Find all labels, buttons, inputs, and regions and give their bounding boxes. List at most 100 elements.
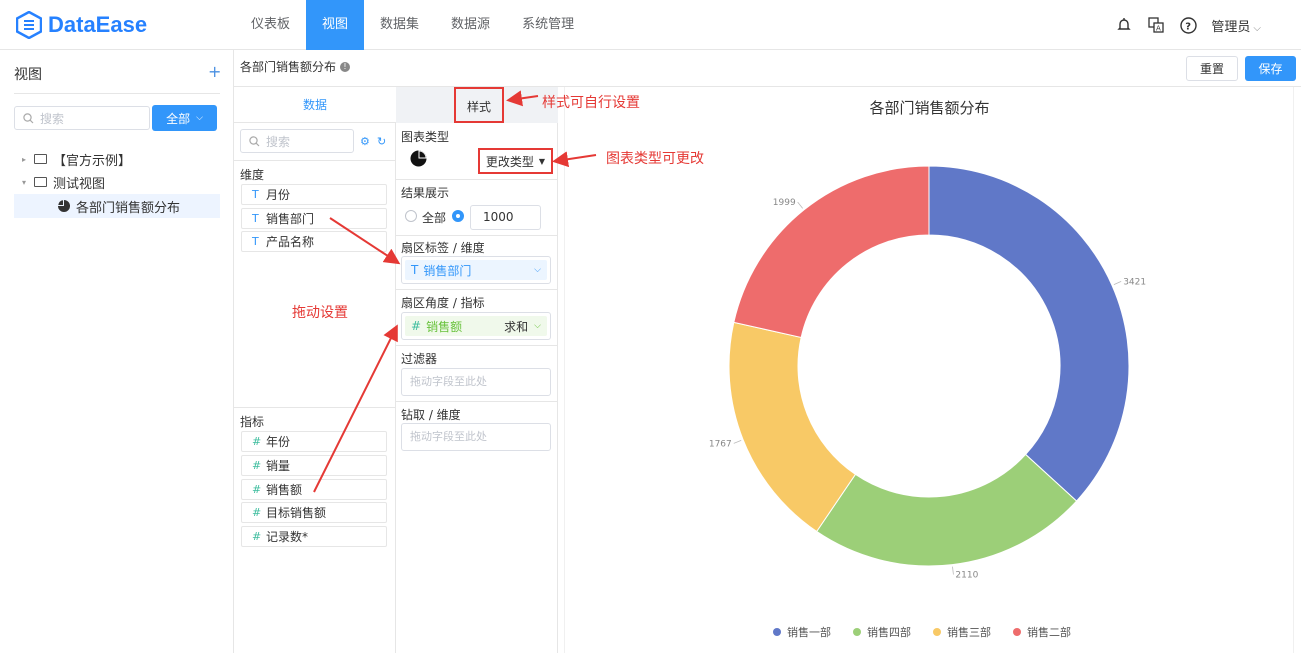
result-limit-input[interactable]: 1000 bbox=[470, 205, 541, 230]
tab-style[interactable]: 样式 bbox=[454, 87, 504, 123]
search-placeholder: 搜索 bbox=[40, 111, 65, 126]
legend-marker bbox=[773, 628, 781, 636]
pie-chart-icon bbox=[410, 150, 427, 167]
tab-data[interactable]: 数据 bbox=[234, 87, 396, 123]
legend-item[interactable]: 销售四部 bbox=[867, 625, 911, 639]
legend-item[interactable]: 销售一部 bbox=[787, 625, 831, 639]
value-label: 2110 bbox=[955, 571, 978, 581]
dataease-logo-icon bbox=[16, 11, 42, 39]
pie-chart-icon bbox=[58, 200, 70, 212]
drill-dropzone[interactable]: 拖动字段至此处 bbox=[401, 423, 551, 451]
measure-section-label: 指标 bbox=[240, 415, 265, 429]
donut-chart: 3421 2110 1767 1999 销售一部 销售四部 销售三部 销售二部 bbox=[709, 165, 1146, 639]
legend-marker bbox=[1013, 628, 1021, 636]
chip-label: 销售部门 bbox=[423, 263, 472, 278]
divider bbox=[234, 407, 396, 408]
refresh-icon[interactable]: ↻ bbox=[377, 135, 386, 148]
logo[interactable]: DataEase bbox=[16, 11, 147, 39]
field-label: 产品名称 bbox=[266, 235, 315, 249]
text-type-icon: T bbox=[252, 235, 259, 248]
chevron-down-icon: ⌵ bbox=[534, 321, 541, 331]
panel-title: 视图 bbox=[14, 67, 42, 83]
logo-text: DataEase bbox=[48, 12, 148, 37]
view-search-input[interactable]: 搜索 bbox=[14, 106, 150, 130]
divider bbox=[396, 401, 558, 402]
caret-right-icon: ▸ bbox=[22, 154, 27, 164]
annotation-style: 样式可自行设置 bbox=[542, 95, 640, 111]
user-menu[interactable]: 管理员 ⌵ bbox=[1211, 16, 1261, 35]
folder-icon bbox=[34, 154, 47, 164]
filter-title: 过滤器 bbox=[401, 352, 438, 366]
divider bbox=[396, 345, 558, 346]
dimension-field[interactable]: T 销售部门 bbox=[241, 208, 387, 229]
field-panel: 数据 搜索 ⚙ ↻ 维度 T 月份 T 销售部门 T 产品名称 指标 # 年份 # 销量 … bbox=[234, 87, 396, 653]
value-label-line bbox=[952, 566, 954, 575]
divider bbox=[14, 93, 220, 94]
donut-slice-4[interactable] bbox=[733, 165, 930, 339]
number-type-icon: # bbox=[252, 506, 262, 519]
number-type-icon: # bbox=[252, 483, 262, 496]
sector-label-chip[interactable]: T 销售部门 ⌵ bbox=[405, 260, 547, 280]
change-type-label: 更改类型 bbox=[485, 154, 534, 169]
tree-item-sales-distribution[interactable]: 各部门销售额分布 bbox=[14, 194, 220, 218]
sector-label-dropzone[interactable]: T 销售部门 ⌵ bbox=[401, 256, 551, 284]
top-bar: DataEase 仪表板 视图 数据集 数据源 系统管理 A ? 管理员 ⌵ bbox=[0, 0, 1301, 50]
chevron-down-icon: ⌵ bbox=[1253, 22, 1261, 34]
chart-preview: 各部门销售额分布 3421 2110 1767 1999 销售一部 销售四部 销售三部 销售二… bbox=[558, 87, 1301, 653]
change-type-button[interactable]: 更改类型 ▼ bbox=[478, 148, 553, 174]
sector-angle-title: 扇区角度 / 指标 bbox=[401, 296, 485, 310]
number-type-icon: # bbox=[252, 459, 262, 472]
language-icon[interactable]: A bbox=[1147, 16, 1165, 34]
dimension-field[interactable]: T 产品名称 bbox=[241, 231, 387, 252]
notification-icon[interactable] bbox=[1115, 16, 1133, 34]
user-name: 管理员 bbox=[1211, 19, 1251, 35]
filter-all-button[interactable]: 全部 ⌵ bbox=[152, 105, 217, 131]
sector-angle-dropzone[interactable]: # 销售额 求和 ⌵ bbox=[401, 312, 551, 340]
save-button[interactable]: 保存 bbox=[1245, 56, 1296, 81]
nav-system[interactable]: 系统管理 bbox=[506, 0, 590, 50]
legend-marker bbox=[853, 628, 861, 636]
dimension-field[interactable]: T 月份 bbox=[241, 184, 387, 205]
annotation-chart-type: 图表类型可更改 bbox=[606, 151, 704, 167]
annotation-drag: 拖动设置 bbox=[292, 305, 348, 321]
divider bbox=[234, 160, 396, 161]
field-search-input[interactable]: 搜索 bbox=[240, 129, 354, 153]
reset-button[interactable]: 重置 bbox=[1186, 56, 1238, 81]
donut-slice-2[interactable] bbox=[815, 453, 1078, 567]
settings-icon[interactable]: ⚙ bbox=[360, 135, 370, 148]
folder-icon bbox=[34, 177, 47, 187]
number-type-icon: # bbox=[252, 530, 262, 543]
measure-field[interactable]: # 销售额 bbox=[241, 479, 387, 500]
caret-down-icon: ▼ bbox=[538, 156, 546, 166]
result-all-radio[interactable] bbox=[405, 210, 417, 222]
tree-item-label: 【官方示例】 bbox=[53, 153, 132, 169]
donut-slice-1[interactable] bbox=[928, 165, 1130, 502]
measure-field[interactable]: # 销量 bbox=[241, 455, 387, 476]
tree-item-official[interactable]: ▸ 【官方示例】 bbox=[22, 147, 131, 171]
dimension-section-label: 维度 bbox=[240, 168, 265, 182]
nav-datasources[interactable]: 数据源 bbox=[435, 0, 506, 50]
filter-dropzone[interactable]: 拖动字段至此处 bbox=[401, 368, 551, 396]
donut-slice-3[interactable] bbox=[728, 321, 857, 533]
field-label: 年份 bbox=[266, 435, 291, 449]
info-icon[interactable]: ! bbox=[340, 61, 351, 72]
tree-item-label: 测试视图 bbox=[53, 176, 106, 192]
legend-item[interactable]: 销售二部 bbox=[1027, 625, 1071, 639]
divider bbox=[396, 179, 558, 180]
nav-datasets[interactable]: 数据集 bbox=[364, 0, 435, 50]
add-icon[interactable]: + bbox=[208, 62, 221, 81]
nav-dashboard[interactable]: 仪表板 bbox=[235, 0, 306, 50]
result-limit-radio[interactable] bbox=[452, 210, 464, 222]
help-icon[interactable]: ? bbox=[1179, 16, 1197, 34]
svg-text:?: ? bbox=[1185, 21, 1191, 32]
measure-field[interactable]: # 记录数* bbox=[241, 526, 387, 547]
result-label: 结果展示 bbox=[401, 186, 450, 200]
measure-field[interactable]: # 年份 bbox=[241, 431, 387, 452]
measure-field[interactable]: # 目标销售额 bbox=[241, 502, 387, 523]
sector-angle-chip[interactable]: # 销售额 求和 ⌵ bbox=[405, 316, 547, 336]
tree-item-test-views[interactable]: ▾ 测试视图 bbox=[22, 170, 105, 194]
legend-marker bbox=[933, 628, 941, 636]
nav-views[interactable]: 视图 bbox=[306, 0, 365, 50]
legend-item[interactable]: 销售三部 bbox=[947, 625, 991, 639]
main-nav: 仪表板 视图 数据集 数据源 系统管理 bbox=[235, 0, 590, 50]
